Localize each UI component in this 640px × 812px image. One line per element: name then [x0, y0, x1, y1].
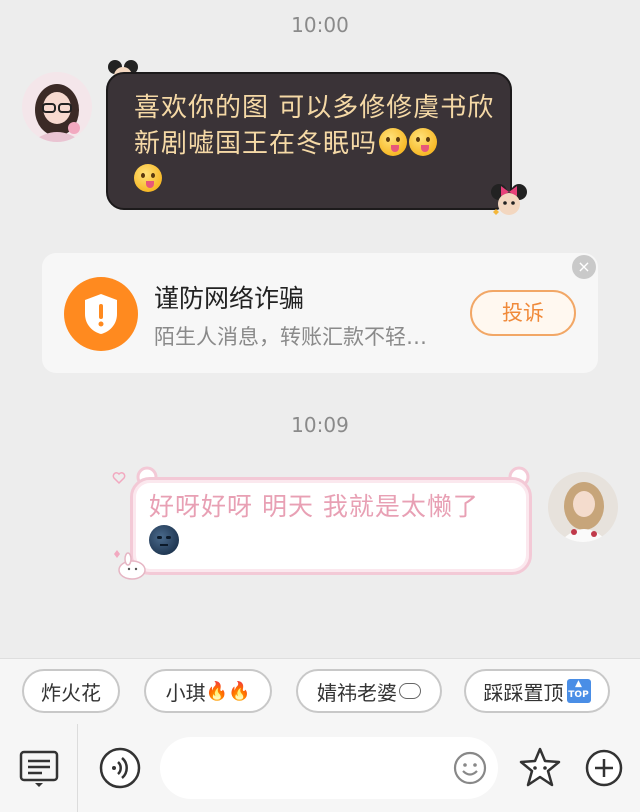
top-badge-text: TOP: [568, 690, 589, 700]
message-input[interactable]: [160, 737, 498, 799]
warning-title: 谨防网络诈骗: [154, 284, 305, 313]
voice-icon[interactable]: [98, 746, 142, 794]
warning-subtitle: 陌生人消息，转账汇款不轻…: [154, 325, 427, 349]
sheep-icon: [399, 683, 421, 699]
tongue-emoji-icon: [409, 128, 438, 156]
quick-reply-chip[interactable]: 婧祎老婆: [296, 669, 442, 713]
timestamp: 10:00: [291, 13, 349, 37]
quick-reply-chip[interactable]: 踩踩置顶 ▲ TOP: [464, 669, 610, 713]
incoming-message-bubble[interactable]: 喜欢你的图 可以多修修虞书欣新剧嘘国王在冬眠吗: [106, 72, 512, 210]
shield-warning-icon: [64, 277, 138, 351]
bunny-sticker-icon: [108, 548, 148, 584]
moon-face-emoji-icon: [149, 525, 179, 555]
heart-sticker-icon: [112, 470, 126, 489]
outgoing-message-bubble[interactable]: 好呀好呀 明天 我就是太懒了: [130, 477, 532, 575]
top-badge-icon: ▲ TOP: [566, 679, 591, 703]
close-icon[interactable]: ×: [572, 255, 596, 279]
quick-reply-chip[interactable]: 炸火花: [22, 669, 120, 713]
star-face-icon[interactable]: [517, 746, 563, 794]
tongue-emoji-icon: [134, 164, 162, 192]
outgoing-message-text: 好呀好呀 明天 我就是太懒了: [149, 492, 479, 521]
emoji-icon[interactable]: [452, 750, 488, 790]
timestamp: 10:09: [291, 413, 349, 437]
chip-label: 踩踩置顶: [483, 680, 564, 705]
toolbar-divider: [77, 724, 78, 812]
fraud-warning-card: 谨防网络诈骗 陌生人消息，转账汇款不轻… 投诉 ×: [42, 253, 598, 373]
chip-label: 婧祎老婆: [317, 680, 397, 705]
contact-avatar[interactable]: [22, 72, 92, 142]
my-avatar[interactable]: [548, 472, 618, 542]
complain-button[interactable]: 投诉: [470, 290, 576, 336]
plus-icon[interactable]: [584, 748, 624, 792]
fire-icon: 🔥🔥: [205, 680, 251, 702]
tongue-emoji-icon: [379, 128, 408, 156]
minnie-sticker-icon: [487, 180, 531, 224]
chip-label: 炸火花: [41, 680, 101, 705]
chip-label: 小琪: [165, 680, 206, 705]
chat-menu-icon[interactable]: [18, 749, 60, 793]
incoming-message-text: 喜欢你的图 可以多修修虞书欣新剧嘘国王在冬眠吗: [134, 93, 495, 159]
quick-reply-chip[interactable]: 小琪 🔥🔥: [144, 669, 272, 713]
